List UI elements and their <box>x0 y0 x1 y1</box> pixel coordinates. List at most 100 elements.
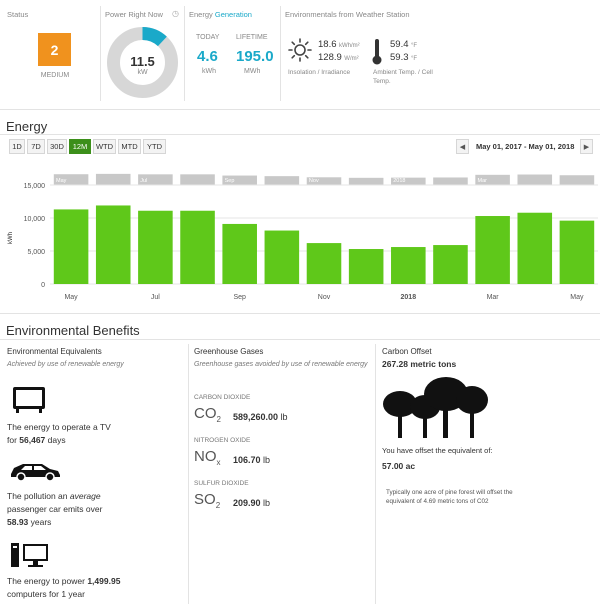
offset-title: Carbon Offset <box>382 347 432 356</box>
navigator-label: Mar <box>478 178 488 184</box>
generation-link[interactable]: Generation <box>215 10 252 19</box>
status-label: Status <box>7 10 29 19</box>
next-range-button[interactable]: ▶ <box>580 139 593 154</box>
today-value: 4.6 <box>197 48 218 65</box>
tv-equivalent: The energy to operate a TV for 56,467 da… <box>7 422 111 445</box>
x-tick-label: Nov <box>318 294 331 301</box>
navigator-label: Nov <box>309 178 319 184</box>
navigator-bar <box>348 177 384 185</box>
computer-icon <box>11 543 48 567</box>
navigator-label: May <box>56 178 67 184</box>
temp-caption-2: Temp. <box>373 78 391 85</box>
chart-bar <box>306 243 342 284</box>
date-range: May 01, 2017 - May 01, 2018 <box>476 142 575 151</box>
chart-bar <box>433 245 468 284</box>
status-text: MEDIUM <box>40 72 70 79</box>
navigator-bar <box>180 174 215 185</box>
navigator-bar <box>433 177 468 185</box>
range-button-30d[interactable]: 30D <box>47 139 67 154</box>
ambient-temp-value: 59.4 <box>390 39 409 50</box>
status-badge: 2 <box>38 33 71 66</box>
range-button-12m[interactable]: 12M <box>69 139 91 154</box>
cell-temp-value: 59.3 <box>390 52 409 63</box>
navigator-label: Jul <box>140 178 147 184</box>
irradiance-value: 128.9 <box>318 52 342 63</box>
co2-value: 589,260.00 lb <box>233 412 288 422</box>
trees-icon <box>383 377 488 438</box>
lifetime-label: LIFETIME <box>236 34 268 41</box>
chart-bar <box>391 247 426 284</box>
irradiance-unit: W/m² <box>344 56 359 62</box>
so2-value: 209.90 lb <box>233 498 271 508</box>
nox-formula: NOx <box>194 448 221 467</box>
chart-bar <box>180 210 215 284</box>
chart-bar <box>475 216 510 284</box>
range-button-ytd[interactable]: YTD <box>143 139 166 154</box>
x-tick-label: Mar <box>487 294 500 301</box>
y-axis-label: kWh <box>8 232 14 244</box>
co2-formula: CO2 <box>194 405 221 424</box>
clock-icon: ◷ <box>172 9 179 18</box>
car-equivalent: The pollution an average passenger car e… <box>7 491 103 527</box>
so2-label: SULFUR DIOXIDE <box>194 480 249 487</box>
chart-bar <box>95 205 131 284</box>
so2-formula: SO2 <box>194 491 221 510</box>
navigator-bar <box>95 173 131 185</box>
tv-days-value: 56,467 <box>19 435 46 445</box>
navigator-bar <box>517 174 553 185</box>
y-tick-label: 15,000 <box>24 183 46 190</box>
x-tick-label: May <box>570 294 584 301</box>
y-tick-label: 0 <box>41 282 45 289</box>
offset-acres: 57.00 ac <box>382 461 416 471</box>
computer-equivalent: The energy to power 1,499.95 computers f… <box>7 576 121 599</box>
chart-bar <box>559 220 595 284</box>
chevron-left-icon: ◀ <box>459 143 466 151</box>
computers-value: 1,499.95 <box>87 576 121 586</box>
nox-label: NITROGEN OXIDE <box>194 437 251 444</box>
insolation-value: 18.6 <box>318 39 337 50</box>
x-tick-label: Jul <box>151 294 160 301</box>
y-tick-label: 5,000 <box>27 249 45 256</box>
power-label: Power Right Now <box>105 10 163 19</box>
prev-range-button[interactable]: ◀ <box>456 139 469 154</box>
ambient-temp-unit: °F <box>411 43 418 49</box>
car-years-value: 58.93 <box>7 517 29 527</box>
chart-bar <box>222 223 257 284</box>
today-label: TODAY <box>196 34 220 41</box>
energy-chart: May Jul Sep Nov 2018 Mar 15,000 10,000 5,000 0 kWh… <box>8 173 598 301</box>
offset-value: 267.28 metric tons <box>382 359 457 369</box>
y-tick-label: 10,000 <box>24 216 46 223</box>
insolation-caption: Insolation / Irradiance <box>288 69 351 76</box>
power-unit: kW <box>137 69 148 76</box>
offset-note: Typically one acre of pine forest will o… <box>386 489 513 505</box>
thermometer-icon <box>372 39 382 65</box>
chart-bar <box>517 212 553 284</box>
x-tick-label: Sep <box>233 294 246 301</box>
temp-caption-1: Ambient Temp. / Cell <box>373 69 433 76</box>
co2-label: CARBON DIOXIDE <box>194 394 251 401</box>
offset-line: You have offset the equivalent of: <box>382 446 493 455</box>
navigator-label: 2018 <box>393 178 405 184</box>
lifetime-value: 195.0 <box>236 48 274 65</box>
equivalents-subtitle: Achieved by use of renewable energy <box>7 361 124 368</box>
equivalents-title: Environmental Equivalents <box>7 347 102 356</box>
chevron-right-icon: ▶ <box>583 143 590 151</box>
energy-title: Energy <box>6 119 48 134</box>
range-button-mtd[interactable]: MTD <box>118 139 141 154</box>
power-value: 11.5 <box>130 54 155 69</box>
navigator-bar <box>264 176 300 185</box>
range-button-7d[interactable]: 7D <box>27 139 45 154</box>
ghg-title: Greenhouse Gases <box>194 347 264 356</box>
navigator-bar <box>559 175 595 185</box>
range-button-wtd[interactable]: WTD <box>93 139 116 154</box>
generation-label: Energy Generation <box>189 10 252 19</box>
x-tick-label: May <box>64 294 78 301</box>
chart-bar <box>138 210 173 284</box>
insolation-unit: kWh/m² <box>339 43 360 49</box>
car-icon <box>11 464 60 482</box>
range-button-1d[interactable]: 1D <box>9 139 25 154</box>
tv-icon <box>13 387 45 413</box>
chart-bar <box>53 209 89 284</box>
benefits-title: Environmental Benefits <box>6 323 140 338</box>
ghg-subtitle: Greenhouse gases avoided by use of renew… <box>194 361 368 368</box>
